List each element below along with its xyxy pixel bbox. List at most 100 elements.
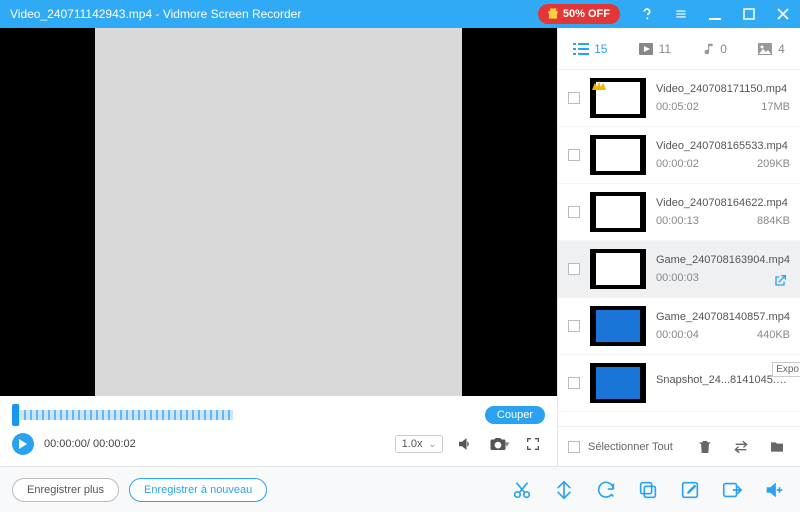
item-thumbnail[interactable] (590, 135, 646, 175)
title-text: Video_240711142943.mp4 - Vidmore Screen … (10, 7, 301, 21)
filter-list[interactable]: 15 (573, 42, 607, 56)
speed-select[interactable]: 1.0x ⌄ (395, 435, 443, 453)
snapshot-button[interactable]: ▾ (487, 432, 511, 456)
split-tool[interactable] (550, 476, 578, 504)
open-folder-button[interactable] (764, 435, 790, 459)
app-window: Video_240711142943.mp4 - Vidmore Screen … (0, 0, 800, 512)
list-footer: Sélectionner Tout (558, 426, 800, 466)
trim-slider[interactable] (12, 407, 475, 423)
list-item[interactable]: Snapshot_24...8141045.png (558, 355, 800, 412)
item-thumbnail[interactable] (590, 249, 646, 289)
chevron-down-icon: ⌄ (428, 439, 436, 450)
item-duration: 00:00:02 (656, 158, 699, 170)
filter-bar: 15 11 0 4 (558, 28, 800, 70)
item-checkbox[interactable] (568, 206, 580, 218)
recycle-arrow-icon (732, 439, 750, 455)
export-right-tool[interactable] (718, 476, 746, 504)
item-size: 884KB (757, 215, 790, 227)
copy-icon (637, 479, 659, 501)
save-more-button[interactable]: Enregistrer plus (12, 478, 119, 502)
item-checkbox[interactable] (568, 320, 580, 332)
trim-handle-start[interactable] (12, 404, 20, 426)
item-thumbnail[interactable] (590, 306, 646, 346)
filter-audio[interactable]: 0 (701, 42, 727, 56)
play-button[interactable] (12, 433, 34, 455)
title-actions: 50% OFF (538, 0, 800, 28)
fullscreen-icon (525, 436, 541, 452)
minimize-button[interactable] (698, 0, 732, 28)
item-checkbox[interactable] (568, 377, 580, 389)
recording-list: Video_240708171150.mp400:05:0217MBVideo_… (558, 70, 800, 426)
share-icon[interactable] (772, 273, 788, 289)
volume-add-tool[interactable] (760, 476, 788, 504)
item-filename: Game_240708163904.mp4 (656, 254, 790, 266)
split-icon (553, 479, 575, 501)
bottom-bar: Enregistrer plus Enregistrer à nouveau (0, 466, 800, 512)
image-icon (757, 42, 773, 56)
item-duration: 00:00:13 (656, 215, 699, 227)
edit-icon (679, 479, 701, 501)
list-icon (573, 42, 589, 56)
fullscreen-button[interactable] (521, 432, 545, 456)
chevron-down-icon: ▾ (505, 439, 510, 450)
copy-tool[interactable] (634, 476, 662, 504)
promo-text: 50% OFF (563, 8, 610, 20)
export-tooltip: Expo (772, 362, 800, 377)
item-duration: 00:00:04 (656, 329, 699, 341)
item-checkbox[interactable] (568, 92, 580, 104)
list-item[interactable]: Game_240708140857.mp400:00:04440KB (558, 298, 800, 355)
delete-button[interactable] (692, 435, 718, 459)
playback-controls: 00:00:00/ 00:00:02 1.0x ⌄ ▾ (0, 428, 557, 466)
volume-add-icon (763, 479, 785, 501)
save-again-button[interactable]: Enregistrer à nouveau (129, 478, 267, 502)
player-panel: Couper 00:00:00/ 00:00:02 1.0x ⌄ (0, 28, 558, 466)
item-filename: Video_240708171150.mp4 (656, 83, 790, 95)
promo-badge[interactable]: 50% OFF (538, 4, 620, 24)
tool-icons (508, 476, 788, 504)
item-filename: Video_240708164622.mp4 (656, 197, 790, 209)
item-thumbnail[interactable] (590, 78, 646, 118)
close-button[interactable] (766, 0, 800, 28)
play-icon (18, 439, 28, 449)
item-duration: 00:05:02 (656, 101, 699, 113)
recycle-button[interactable] (728, 435, 754, 459)
cut-button[interactable]: Couper (485, 406, 545, 424)
select-all[interactable]: Sélectionner Tout (568, 441, 673, 453)
item-duration: 00:00:03 (656, 272, 699, 284)
item-checkbox[interactable] (568, 263, 580, 275)
content-area: Couper 00:00:00/ 00:00:02 1.0x ⌄ (0, 28, 800, 466)
maximize-button[interactable] (732, 0, 766, 28)
refresh-tool[interactable] (592, 476, 620, 504)
help-button[interactable] (630, 0, 664, 28)
cut-icon (511, 479, 533, 501)
edit-tool[interactable] (676, 476, 704, 504)
volume-button[interactable] (453, 432, 477, 456)
video-preview[interactable] (0, 28, 557, 396)
item-checkbox[interactable] (568, 149, 580, 161)
playback-time: 00:00:00/ 00:00:02 (44, 438, 136, 450)
current-file: Video_240711142943.mp4 (10, 7, 152, 21)
item-filename: Video_240708165533.mp4 (656, 140, 790, 152)
music-icon (701, 42, 715, 56)
item-size: 440KB (757, 329, 790, 341)
filter-image[interactable]: 4 (757, 42, 785, 56)
list-item[interactable]: Video_240708165533.mp4 00:00:02 209KB (558, 127, 800, 184)
filter-video[interactable]: 11 (638, 42, 671, 56)
select-all-checkbox[interactable] (568, 441, 580, 453)
item-thumbnail[interactable] (590, 192, 646, 232)
item-thumbnail[interactable] (590, 363, 646, 403)
volume-icon (456, 435, 474, 453)
list-item[interactable]: Video_240708171150.mp400:05:0217MB (558, 70, 800, 127)
trim-handle-end[interactable] (233, 404, 475, 426)
export-right-icon (721, 479, 743, 501)
trash-icon (697, 439, 713, 455)
refresh-icon (595, 479, 617, 501)
item-size: 209KB (757, 158, 790, 170)
app-name: Vidmore Screen Recorder (163, 7, 302, 21)
video-icon (638, 42, 654, 56)
list-item[interactable]: Game_240708163904.mp4 00:00:03 (558, 241, 800, 298)
settings-button[interactable] (664, 0, 698, 28)
cut-tool[interactable] (508, 476, 536, 504)
gift-icon (546, 7, 560, 21)
list-item[interactable]: Video_240708164622.mp4 00:00:13 884KB (558, 184, 800, 241)
